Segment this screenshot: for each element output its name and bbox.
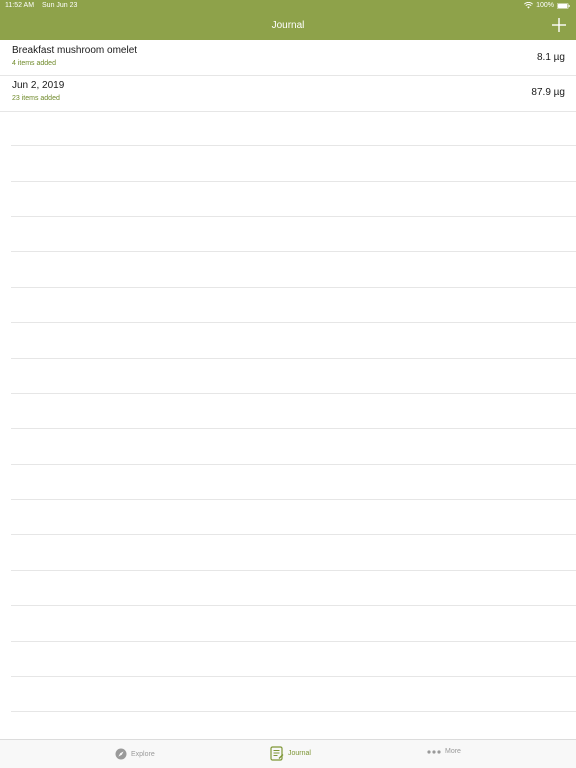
empty-row bbox=[11, 323, 576, 359]
list-item[interactable]: Breakfast mushroom omelet 4 items added … bbox=[0, 40, 576, 77]
entry-subtitle: 23 items added bbox=[12, 95, 60, 103]
empty-row bbox=[11, 606, 576, 642]
list-item[interactable]: Jun 2, 2019 23 items added 87.9 µg bbox=[0, 75, 576, 113]
status-time: 11:52 AM bbox=[5, 2, 35, 9]
tab-more[interactable]: More bbox=[427, 748, 461, 755]
journal-icon bbox=[270, 746, 284, 761]
empty-row bbox=[11, 571, 576, 607]
empty-row bbox=[11, 359, 576, 394]
more-dots-icon bbox=[427, 749, 441, 754]
compass-icon bbox=[115, 748, 127, 760]
empty-row bbox=[11, 217, 576, 253]
empty-row bbox=[11, 712, 576, 739]
battery-icon bbox=[557, 2, 570, 9]
empty-row bbox=[11, 111, 576, 147]
journal-list[interactable]: Breakfast mushroom omelet 4 items added … bbox=[0, 40, 576, 739]
empty-row bbox=[11, 465, 576, 501]
entry-value: 8.1 µg bbox=[536, 52, 565, 63]
plus-icon bbox=[552, 18, 566, 32]
empty-row bbox=[11, 146, 576, 182]
entry-title: Jun 2, 2019 bbox=[12, 80, 65, 92]
battery-percentage: 100% bbox=[536, 2, 554, 9]
tab-label: Journal bbox=[288, 750, 311, 757]
entry-subtitle: 4 items added bbox=[12, 60, 56, 67]
tab-journal[interactable]: Journal bbox=[270, 746, 311, 761]
empty-row bbox=[11, 182, 576, 217]
empty-row bbox=[11, 429, 576, 465]
navigation-bar: Journal bbox=[0, 11, 576, 40]
tab-bar: Explore Journal More bbox=[0, 739, 576, 768]
empty-row bbox=[11, 252, 576, 288]
page-title: Journal bbox=[271, 20, 305, 31]
status-date: Sun Jun 23 bbox=[42, 2, 78, 9]
status-left: 11:52 AM Sun Jun 23 bbox=[5, 0, 77, 11]
journal-screen: 11:52 AM Sun Jun 23 100% Journal Breakfa… bbox=[0, 0, 576, 768]
tab-explore[interactable]: Explore bbox=[115, 748, 155, 760]
empty-row bbox=[11, 677, 576, 713]
wifi-icon bbox=[524, 2, 534, 9]
empty-row bbox=[11, 642, 576, 678]
entry-value: 87.9 µg bbox=[531, 87, 565, 99]
empty-row bbox=[11, 500, 576, 536]
empty-row bbox=[11, 394, 576, 430]
add-entry-button[interactable] bbox=[550, 16, 568, 34]
empty-row bbox=[11, 288, 576, 324]
status-bar: 11:52 AM Sun Jun 23 100% bbox=[0, 0, 576, 11]
empty-row bbox=[11, 535, 576, 571]
tab-label: More bbox=[445, 748, 461, 755]
tab-label: Explore bbox=[131, 750, 155, 758]
status-right: 100% bbox=[524, 0, 570, 11]
entry-title: Breakfast mushroom omelet bbox=[12, 45, 138, 56]
